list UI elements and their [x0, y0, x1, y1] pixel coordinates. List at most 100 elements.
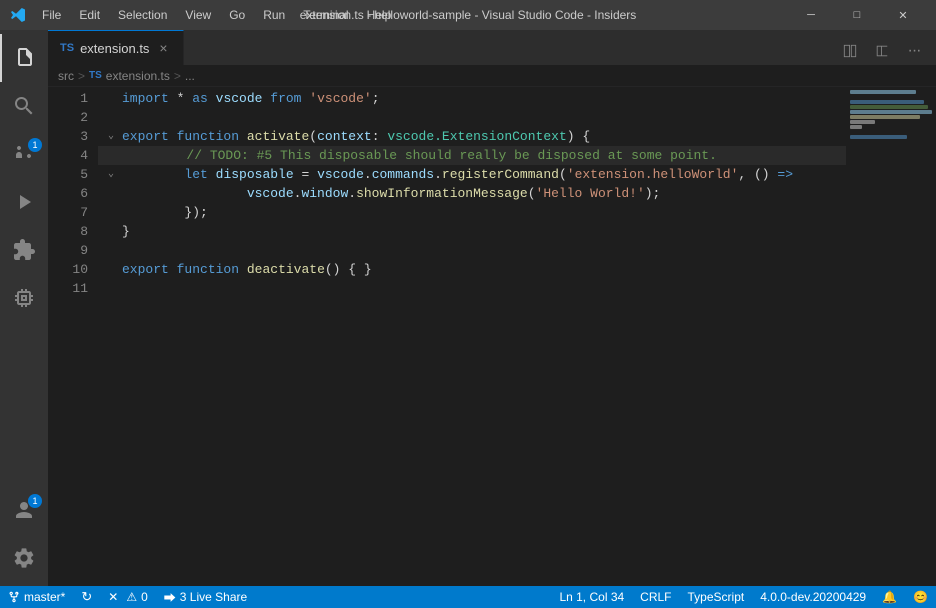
git-branch-text: master* [24, 590, 65, 604]
breadcrumb-src: src [58, 69, 74, 83]
line-num-4: 4 [48, 146, 88, 165]
line-num-6: 6 [48, 184, 88, 203]
line-num-7: 7 [48, 203, 88, 222]
sidebar-item-explorer[interactable] [0, 34, 48, 82]
line-num-2: 2 [48, 108, 88, 127]
breadcrumb-ts-icon: TS [89, 70, 102, 81]
explorer-icon [13, 46, 37, 70]
sidebar-item-extensions[interactable] [0, 226, 48, 274]
fold-5[interactable]: ⌄ [108, 165, 122, 184]
line-num-5: 5 [48, 165, 88, 184]
scm-badge: 1 [28, 138, 42, 152]
sidebar-item-run[interactable] [0, 178, 48, 226]
status-errors[interactable]: ✕ ⚠ 0 [100, 586, 156, 608]
status-notifications[interactable]: 🔔 [874, 586, 905, 608]
breadcrumb-file: extension.ts [106, 69, 170, 83]
split-editor-icon [843, 44, 857, 58]
code-line-4: // TODO: #5 This disposable should reall… [98, 146, 846, 165]
status-language[interactable]: TypeScript [680, 586, 753, 608]
ts-file-icon: TS [60, 42, 74, 54]
menu-view[interactable]: View [177, 6, 219, 24]
code-line-3: ⌄ export function activate(context: vsco… [98, 127, 846, 146]
minimize-button[interactable]: ─ [788, 0, 834, 30]
breadcrumb: src > TS extension.ts > ... [48, 65, 936, 87]
line-num-1: 1 [48, 89, 88, 108]
more-actions-button[interactable]: ··· [900, 37, 928, 65]
menu-go[interactable]: Go [221, 6, 253, 24]
kw-import: import [122, 89, 169, 108]
active-tab[interactable]: TS extension.ts × [48, 30, 184, 65]
status-line-ending[interactable]: CRLF [632, 586, 679, 608]
menu-run[interactable]: Run [255, 6, 293, 24]
breadcrumb-more[interactable]: ... [185, 69, 195, 83]
status-git-branch[interactable]: master* [0, 586, 73, 608]
code-line-11 [98, 279, 846, 298]
position-text: Ln 1, Col 34 [559, 590, 624, 604]
search-icon [12, 94, 36, 118]
status-sync[interactable]: ↻ [73, 586, 100, 608]
warning-count: 0 [141, 590, 148, 604]
close-button[interactable]: ✕ [880, 0, 926, 30]
minimap-line-4 [850, 105, 928, 109]
tab-label: extension.ts [80, 41, 149, 56]
activity-bar-bottom: 1 [0, 486, 48, 586]
sync-icon: ↻ [81, 589, 92, 605]
fold-3[interactable]: ⌄ [108, 127, 122, 146]
warning-icon: ⚠ [126, 590, 137, 604]
status-liveshare[interactable]: ⮕ 3 Live Share [156, 586, 255, 608]
line-num-3: 3 [48, 127, 88, 146]
code-content[interactable]: import * as vscode from 'vscode'; ⌄ expo… [98, 87, 846, 586]
bell-icon: 🔔 [882, 590, 897, 604]
code-line-2 [98, 108, 846, 127]
minimap-line-3 [850, 100, 924, 104]
toggle-sidebar-button[interactable] [868, 37, 896, 65]
window-title: extension.ts - helloworld-sample - Visua… [300, 8, 637, 22]
status-position[interactable]: Ln 1, Col 34 [551, 586, 632, 608]
line-num-9: 9 [48, 241, 88, 260]
code-line-9 [98, 241, 846, 260]
feedback-icon: 😊 [913, 590, 928, 604]
toggle-sidebar-icon [875, 44, 889, 58]
git-branch-icon [8, 591, 20, 603]
account-badge: 1 [28, 494, 42, 508]
activity-bar: 1 1 [0, 30, 48, 586]
sidebar-item-scm[interactable]: 1 [0, 130, 48, 178]
code-line-10: export function deactivate() { } [98, 260, 846, 279]
minimap-line-5 [850, 110, 932, 114]
minimap [846, 87, 936, 586]
line-numbers: 1 2 3 4 5 6 7 8 9 10 11 [48, 87, 98, 586]
minimap-line-8 [850, 125, 862, 129]
window-controls: ─ □ ✕ [788, 0, 926, 30]
code-line-6: vscode.window.showInformationMessage('He… [98, 184, 846, 203]
sidebar-item-account[interactable]: 1 [0, 486, 48, 534]
code-editor: 1 2 3 4 5 6 7 8 9 10 11 import * as vsco… [48, 87, 936, 586]
line-num-10: 10 [48, 260, 88, 279]
code-line-5: ⌄ let disposable = vscode.commands.regis… [98, 165, 846, 184]
menu-selection[interactable]: Selection [110, 6, 175, 24]
menu-file[interactable]: File [34, 6, 69, 24]
tabs-bar: TS extension.ts × ··· [48, 30, 936, 65]
status-version[interactable]: 4.0.0-dev.20200429 [752, 586, 874, 608]
sidebar-item-remote[interactable] [0, 274, 48, 322]
liveshare-text: 3 Live Share [180, 590, 247, 604]
tab-close-button[interactable]: × [155, 40, 171, 56]
split-editor-button[interactable] [836, 37, 864, 65]
minimap-line-6 [850, 115, 920, 119]
sidebar-item-search[interactable] [0, 82, 48, 130]
sidebar-item-settings[interactable] [0, 534, 48, 582]
vscode-icon [10, 7, 26, 23]
status-bar: master* ↻ ✕ ⚠ 0 ⮕ 3 Live Share Ln 1, Col… [0, 586, 936, 608]
activity-bar-top: 1 [0, 34, 48, 486]
line-num-11: 11 [48, 279, 88, 298]
line-ending-text: CRLF [640, 590, 671, 604]
extensions-icon [12, 238, 36, 262]
menu-edit[interactable]: Edit [71, 6, 108, 24]
code-line-7: }); [98, 203, 846, 222]
code-line-8: } [98, 222, 846, 241]
status-feedback[interactable]: 😊 [905, 586, 936, 608]
minimap-line-7 [850, 120, 875, 124]
minimap-line-10 [850, 135, 907, 139]
status-right: Ln 1, Col 34 CRLF TypeScript 4.0.0-dev.2… [551, 586, 936, 608]
version-text: 4.0.0-dev.20200429 [760, 590, 866, 604]
maximize-button[interactable]: □ [834, 0, 880, 30]
